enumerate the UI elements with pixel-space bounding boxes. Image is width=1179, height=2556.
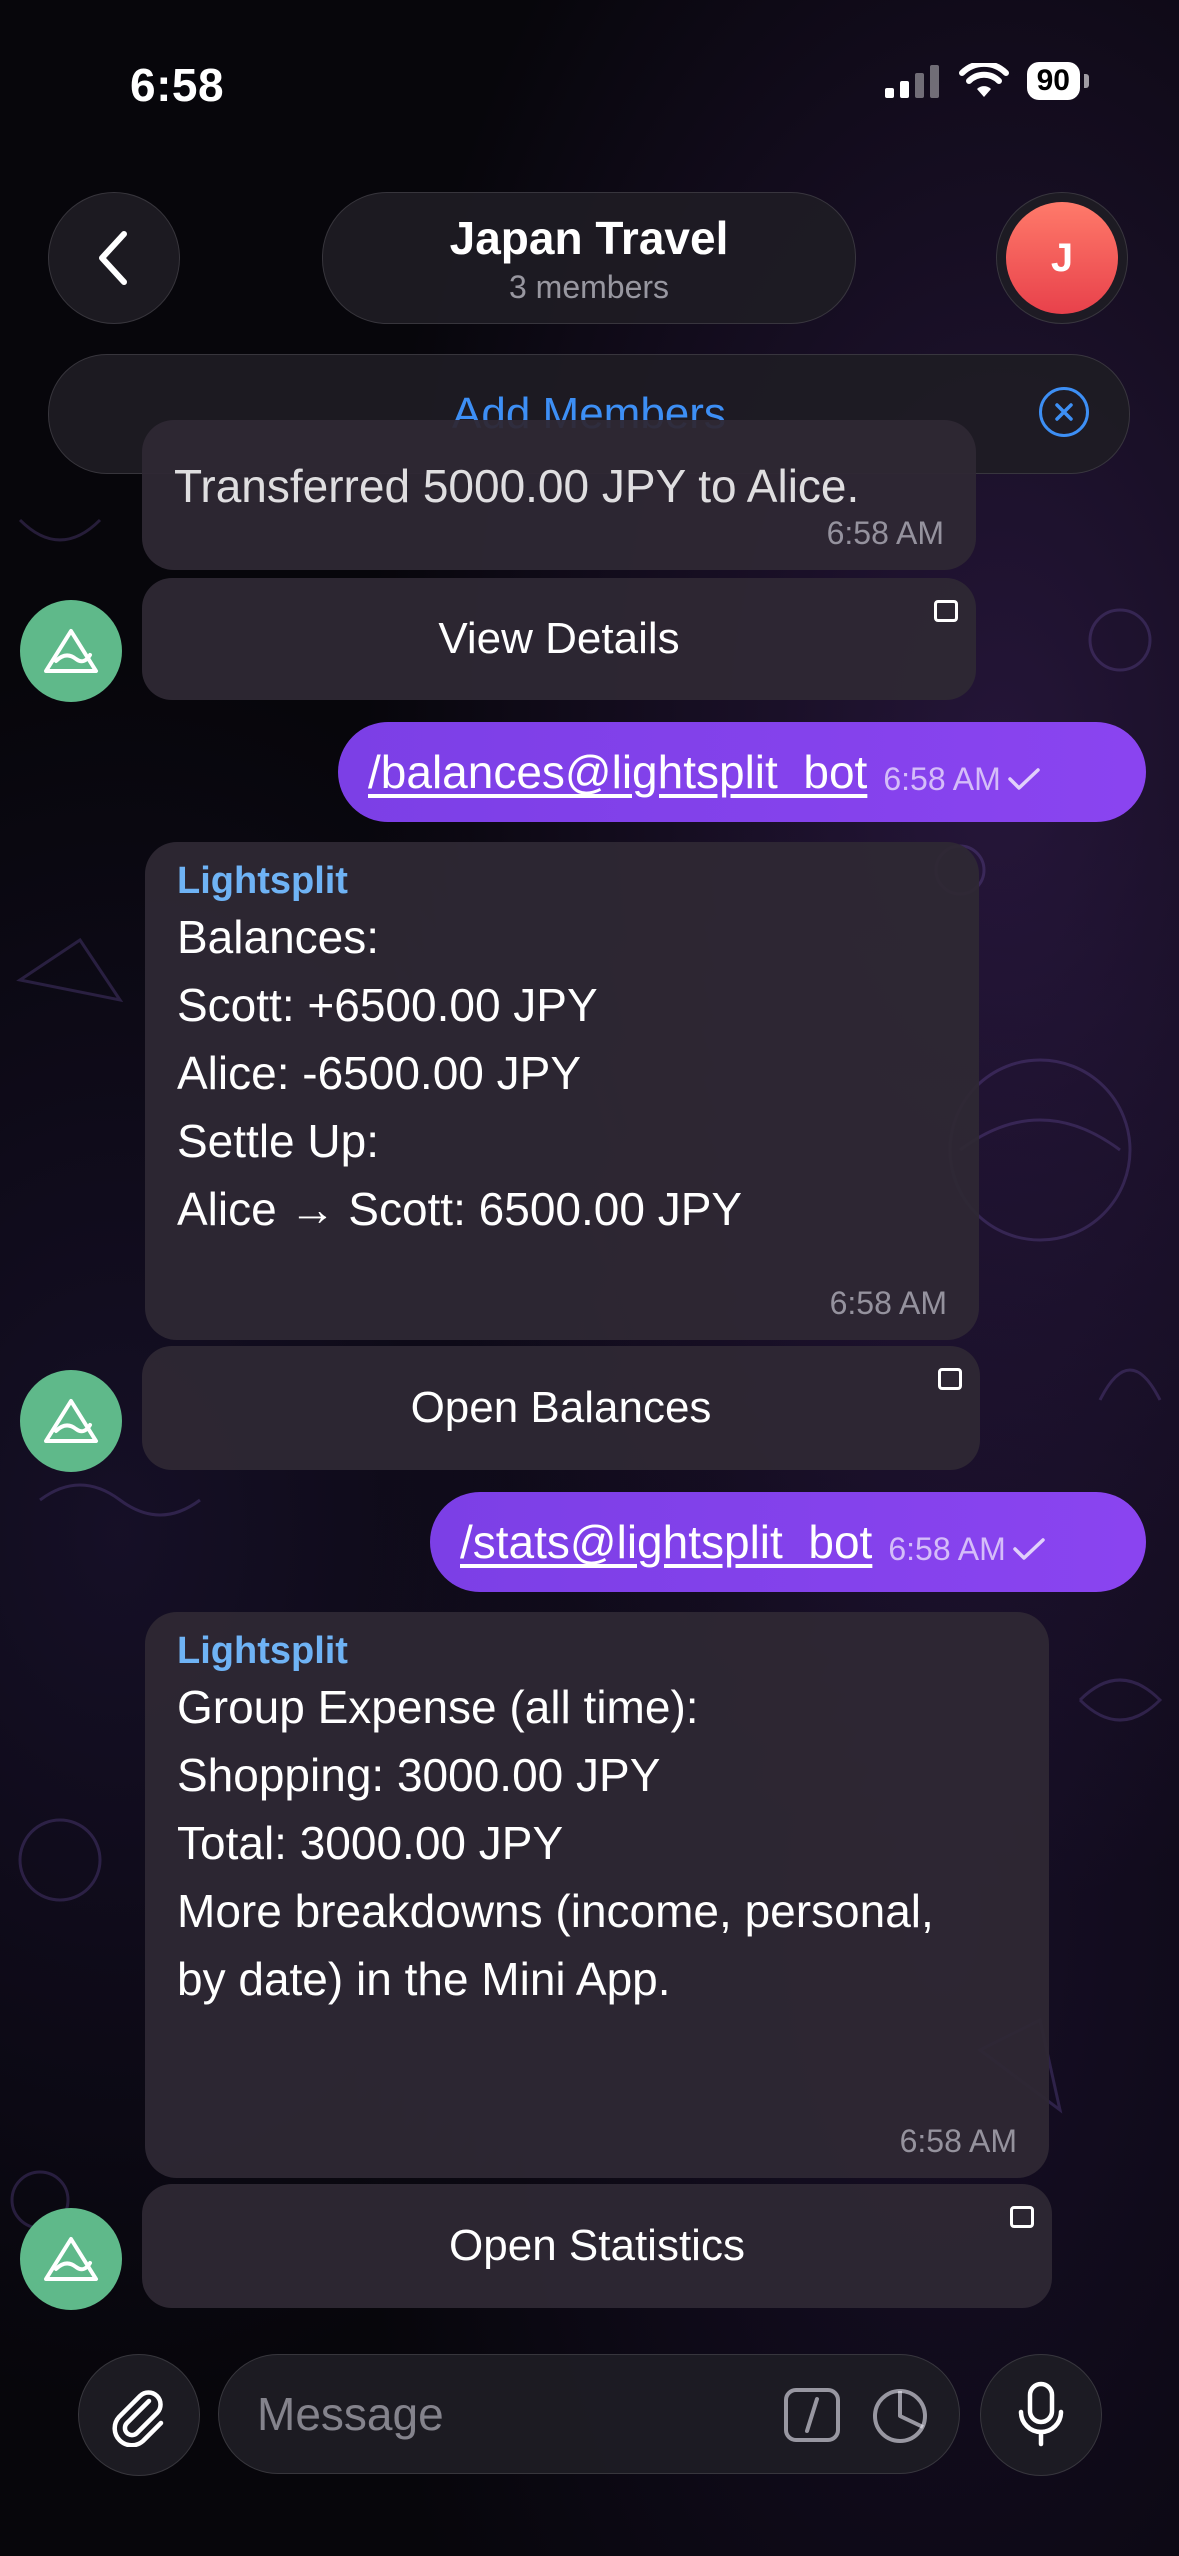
message-time: 6:58 AM	[899, 2123, 1017, 2159]
back-button[interactable]	[48, 192, 180, 324]
sender-name: Lightsplit	[177, 860, 348, 902]
message-time: 6:58 AM	[829, 1285, 947, 1321]
message-time: 6:58 AM	[888, 1530, 1006, 1567]
view-details-button[interactable]: View Details	[142, 578, 976, 700]
message-time: 6:58 AM	[883, 760, 1001, 797]
status-time: 6:58	[130, 59, 225, 111]
open-app-icon	[1010, 2206, 1034, 2228]
status-indicators: 90	[884, 62, 1089, 100]
message-line: Scott: +6500.00 JPY	[177, 979, 598, 1031]
message-line: Total: 3000.00 JPY	[177, 1817, 564, 1869]
battery-level: 90	[1026, 62, 1080, 100]
open-app-icon	[938, 1368, 962, 1390]
message-bubble-outgoing: /balances@lightsplit_bot 6:58 AM	[338, 722, 1146, 822]
sticker-icon[interactable]	[871, 2387, 929, 2445]
wifi-icon	[958, 63, 1009, 97]
group-avatar-button[interactable]: J	[996, 192, 1128, 324]
close-x-icon	[1055, 403, 1073, 421]
message-line: Group Expense (all time):	[177, 1681, 699, 1733]
message-bubble-incoming: Lightsplit Balances: Scott: +6500.00 JPY…	[145, 842, 979, 1340]
bot-command-link[interactable]: /stats@lightsplit_bot	[460, 1515, 872, 1569]
cellular-signal-icon	[884, 65, 939, 98]
open-statistics-button[interactable]: Open Statistics	[142, 2184, 1052, 2308]
close-icon[interactable]	[1039, 387, 1089, 437]
message-input-field[interactable]	[218, 2354, 960, 2474]
lightsplit-logo-icon	[44, 1399, 98, 1443]
chevron-left-icon	[99, 231, 127, 285]
message-bubble-outgoing: /stats@lightsplit_bot 6:58 AM	[430, 1492, 1146, 1592]
open-balances-button[interactable]: Open Balances	[142, 1346, 980, 1470]
chat-title: Japan Travel	[449, 211, 729, 264]
voice-message-button[interactable]	[980, 2354, 1102, 2476]
message-line: Settle Up:	[177, 1115, 379, 1167]
paperclip-icon	[112, 2390, 164, 2447]
button-label: View Details	[438, 614, 680, 663]
message-line: Balances:	[177, 911, 380, 963]
message-line: More breakdowns (income, personal,	[177, 1885, 934, 1937]
message-line: by date) in the Mini App.	[177, 1953, 671, 2005]
bot-avatar[interactable]	[20, 600, 122, 702]
sender-name: Lightsplit	[177, 1630, 348, 1672]
open-app-icon	[934, 600, 958, 622]
attach-button[interactable]	[78, 2354, 200, 2476]
lightsplit-logo-icon	[44, 2237, 98, 2281]
microphone-icon	[1018, 2381, 1064, 2447]
chat-title-pill[interactable]: Japan Travel 3 members	[322, 192, 856, 324]
message-bubble-incoming: Transferred 5000.00 JPY to Alice. 6:58 A…	[142, 420, 976, 570]
button-label: Open Balances	[410, 1383, 712, 1432]
button-label: Open Statistics	[449, 2221, 745, 2270]
message-line: Alice → Scott: 6500.00 JPY	[177, 1183, 743, 1235]
message-line: Shopping: 3000.00 JPY	[177, 1749, 661, 1801]
group-avatar: J	[1006, 202, 1118, 314]
message-line: Alice: -6500.00 JPY	[177, 1047, 582, 1099]
message-text: Transferred 5000.00 JPY to Alice.	[174, 460, 860, 512]
message-input[interactable]	[255, 2386, 739, 2442]
bot-command-link[interactable]: /balances@lightsplit_bot	[368, 745, 867, 799]
battery-tip	[1084, 74, 1089, 88]
lightsplit-logo-icon	[44, 629, 98, 673]
bot-avatar[interactable]	[20, 1370, 122, 1472]
sent-check-icon	[1008, 768, 1040, 790]
bot-avatar[interactable]	[20, 2208, 122, 2310]
message-time: 6:58 AM	[826, 515, 944, 551]
sent-check-icon	[1013, 1538, 1045, 1560]
slash-command-icon[interactable]	[783, 2387, 841, 2443]
message-bubble-incoming: Lightsplit Group Expense (all time): Sho…	[145, 1612, 1049, 2178]
chat-member-count: 3 members	[508, 268, 670, 305]
